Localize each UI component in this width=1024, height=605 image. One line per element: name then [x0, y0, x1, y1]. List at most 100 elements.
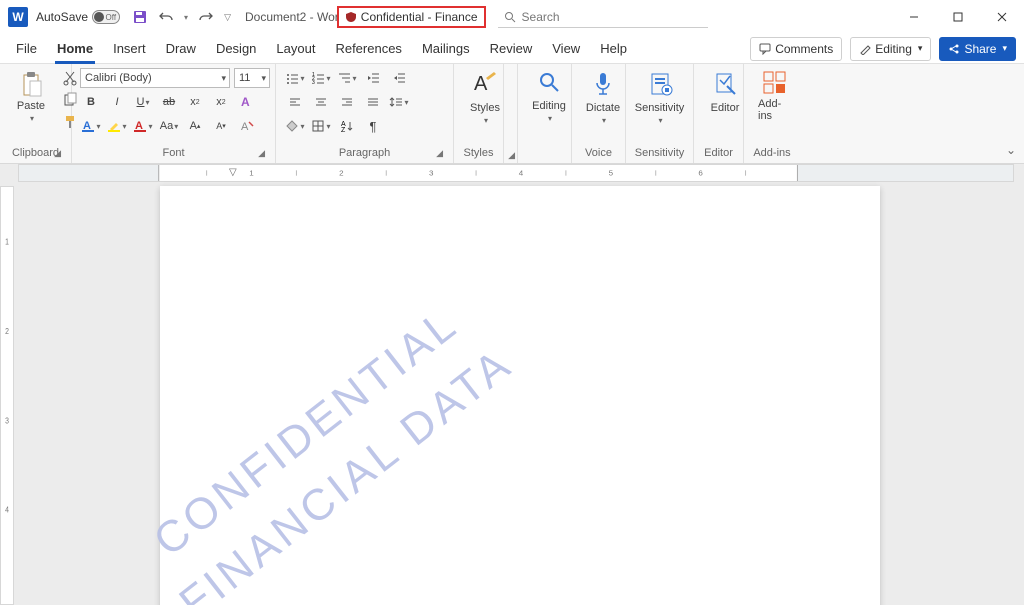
numbering-button[interactable]: 123: [310, 68, 332, 88]
editing-mode-button[interactable]: Editing▾: [850, 37, 931, 61]
svg-text:1: 1: [249, 169, 253, 177]
comments-button[interactable]: Comments: [750, 37, 842, 61]
text-effects-button[interactable]: A: [236, 92, 258, 112]
svg-text:2: 2: [339, 169, 343, 177]
styles-launcher-icon[interactable]: ◢: [508, 150, 515, 161]
bullets-button[interactable]: [284, 68, 306, 88]
addins-button[interactable]: Add-ins: [752, 68, 798, 124]
grow-font-button[interactable]: A▴: [184, 116, 206, 136]
underline-button[interactable]: U: [132, 92, 154, 112]
group-clipboard: Paste▾ Clipboard◢: [0, 64, 72, 163]
paragraph-launcher-icon[interactable]: ◢: [436, 148, 443, 159]
window-controls: [892, 0, 1024, 34]
document-title: Document2 - Wor: [245, 10, 339, 24]
vertical-ruler[interactable]: 1234: [0, 186, 14, 605]
group-voice: Dictate▾ Voice: [572, 64, 626, 163]
tab-review[interactable]: Review: [480, 34, 543, 64]
undo-dropdown-icon[interactable]: ▾: [184, 13, 188, 22]
sensitivity-button[interactable]: Sensitivity▾: [634, 68, 685, 127]
autosave-switch[interactable]: Off: [92, 10, 120, 24]
group-addins: Add-ins Add-ins: [744, 64, 800, 163]
group-paragraph: 123 AZ ¶ Paragraph◢: [276, 64, 454, 163]
share-icon: [948, 43, 960, 55]
tab-help[interactable]: Help: [590, 34, 637, 64]
borders-button[interactable]: [310, 116, 332, 136]
editor-button[interactable]: Editor: [702, 68, 748, 116]
minimize-button[interactable]: [892, 0, 936, 34]
comment-icon: [759, 43, 771, 55]
tab-mailings[interactable]: Mailings: [412, 34, 480, 64]
editor-icon: [713, 70, 737, 100]
undo-icon[interactable]: [158, 9, 174, 25]
sensitivity-badge[interactable]: Confidential - Finance: [337, 6, 486, 28]
horizontal-ruler[interactable]: 123 456 ▽: [18, 164, 1014, 182]
align-center-button[interactable]: [310, 92, 332, 112]
pencil-icon: [859, 43, 871, 55]
clear-formatting-button[interactable]: A: [236, 116, 258, 136]
italic-button[interactable]: I: [106, 92, 128, 112]
maximize-button[interactable]: [936, 0, 980, 34]
svg-text:2: 2: [5, 326, 9, 336]
tab-references[interactable]: References: [325, 34, 411, 64]
sort-button[interactable]: AZ: [336, 116, 358, 136]
line-spacing-button[interactable]: [388, 92, 410, 112]
editing-button[interactable]: Editing▾: [526, 68, 572, 125]
increase-indent-button[interactable]: [388, 68, 410, 88]
svg-text:A: A: [241, 121, 249, 133]
dictate-button[interactable]: Dictate▾: [580, 68, 626, 127]
font-name-select[interactable]: Calibri (Body): [80, 68, 230, 88]
font-size-select[interactable]: 11: [234, 68, 270, 88]
subscript-button[interactable]: x2: [184, 92, 206, 112]
paste-icon: [19, 70, 43, 98]
sensitivity-badge-label: Confidential - Finance: [361, 10, 478, 24]
paste-button[interactable]: Paste▾: [8, 68, 54, 125]
document-page[interactable]: CONFIDENTIAL FINANCIAL DATA: [160, 186, 880, 605]
share-button[interactable]: Share▾: [939, 37, 1016, 61]
show-marks-button[interactable]: ¶: [362, 116, 384, 136]
svg-text:4: 4: [5, 505, 9, 515]
group-font: Calibri (Body) 11 B I U ab x2 x2 A A A A…: [72, 64, 276, 163]
close-button[interactable]: [980, 0, 1024, 34]
change-case-button[interactable]: Aa: [158, 116, 180, 136]
font-color2-button[interactable]: A: [132, 116, 154, 136]
group-editing: Editing▾: [518, 64, 572, 163]
autosave-toggle[interactable]: AutoSave Off: [36, 10, 120, 24]
align-left-button[interactable]: [284, 92, 306, 112]
sensitivity-shield-icon: [345, 11, 357, 23]
align-right-button[interactable]: [336, 92, 358, 112]
sensitivity-icon: [647, 70, 673, 100]
qat-customize-icon[interactable]: ▽: [224, 12, 231, 23]
indent-marker-icon[interactable]: ▽: [229, 167, 237, 178]
document-area: 123 456 ▽ 1234 CONFIDENTIAL FINANCIAL DA…: [0, 164, 1024, 605]
highlight-button[interactable]: [106, 116, 128, 136]
tab-view[interactable]: View: [542, 34, 590, 64]
svg-text:3: 3: [312, 80, 315, 85]
clipboard-launcher-icon[interactable]: ◢: [54, 148, 61, 159]
ribbon: Paste▾ Clipboard◢ Calibri (Body) 11 B I …: [0, 64, 1024, 164]
tab-insert[interactable]: Insert: [103, 34, 156, 64]
strikethrough-button[interactable]: ab: [158, 92, 180, 112]
styles-button[interactable]: A Styles▾: [462, 68, 508, 127]
group-styles-launcher: ◢: [504, 64, 518, 163]
tab-file[interactable]: File: [6, 34, 47, 64]
decrease-indent-button[interactable]: [362, 68, 384, 88]
shrink-font-button[interactable]: A▾: [210, 116, 232, 136]
font-launcher-icon[interactable]: ◢: [258, 148, 265, 159]
group-styles: A Styles▾ Styles: [454, 64, 504, 163]
multilevel-list-button[interactable]: [336, 68, 358, 88]
tab-home[interactable]: Home: [47, 34, 103, 64]
font-color-button[interactable]: A: [80, 116, 102, 136]
bold-button[interactable]: B: [80, 92, 102, 112]
menu-tabs: File Home Insert Draw Design Layout Refe…: [0, 34, 1024, 64]
ribbon-collapse-icon[interactable]: ⌄: [1006, 143, 1016, 157]
justify-button[interactable]: [362, 92, 384, 112]
redo-icon[interactable]: [198, 9, 214, 25]
save-icon[interactable]: [132, 9, 148, 25]
search-box[interactable]: Search: [498, 6, 708, 28]
svg-text:3: 3: [429, 169, 433, 177]
tab-layout[interactable]: Layout: [266, 34, 325, 64]
tab-design[interactable]: Design: [206, 34, 266, 64]
tab-draw[interactable]: Draw: [156, 34, 206, 64]
superscript-button[interactable]: x2: [210, 92, 232, 112]
shading-button[interactable]: [284, 116, 306, 136]
